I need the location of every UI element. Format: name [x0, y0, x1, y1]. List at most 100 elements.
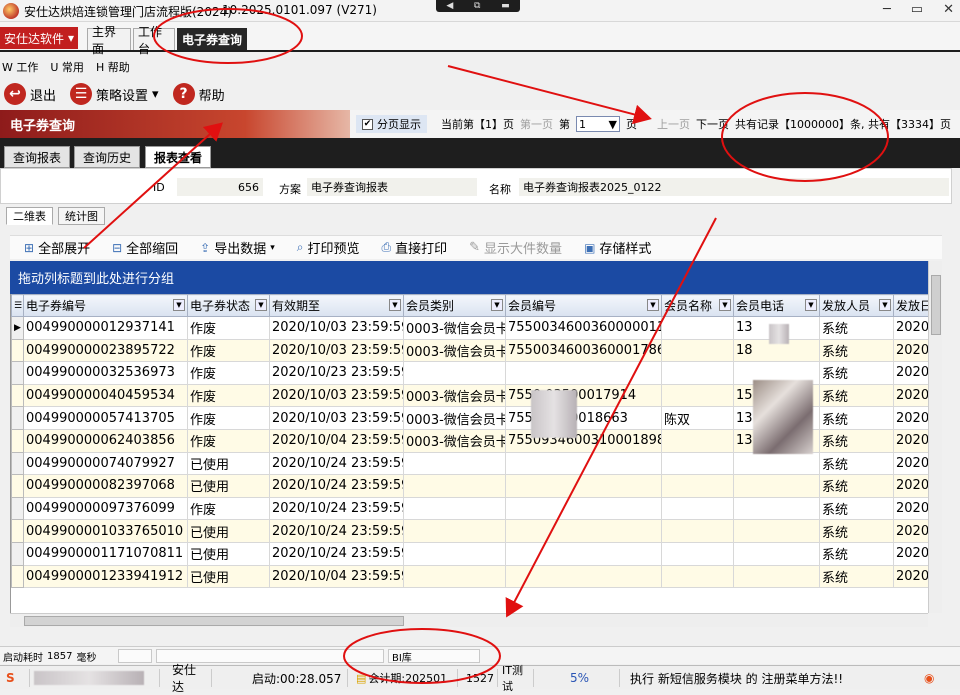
- brand-menu-button[interactable]: 安仕达软件 ▾: [0, 27, 78, 49]
- table-cell[interactable]: 004990000097376099: [23, 496, 188, 521]
- exit-button[interactable]: ↩ 退出: [4, 83, 56, 105]
- table-cell[interactable]: [661, 519, 734, 543]
- table-cell[interactable]: 0003-微信会员卡: [403, 406, 506, 430]
- table-cell[interactable]: 系统: [819, 519, 894, 543]
- table-cell[interactable]: 7550 03500017914: [505, 383, 662, 408]
- table-row[interactable]: 004990000082397068 已使用 2020/10/24 23:59:59…: [11, 474, 928, 498]
- ime-s-icon[interactable]: S: [2, 669, 30, 687]
- table-cell[interactable]: 004990000082397068: [23, 474, 188, 498]
- table-cell[interactable]: [661, 316, 734, 340]
- table-cell[interactable]: 2020/: [893, 361, 928, 385]
- table-cell[interactable]: 作废: [187, 406, 270, 430]
- table-cell[interactable]: 2020/10/24 23:59:59: [269, 519, 404, 543]
- table-cell[interactable]: 已使用: [187, 541, 270, 566]
- column-header[interactable]: 发放日: [893, 294, 928, 317]
- strategy-settings-button[interactable]: ☰ 策略设置 ▾: [70, 83, 159, 105]
- table-cell[interactable]: [661, 361, 734, 385]
- show-count-button[interactable]: ✎ 显示大件数量: [469, 238, 562, 257]
- table-cell[interactable]: [733, 451, 820, 476]
- print-preview-button[interactable]: ⌕ 打印预览: [297, 238, 360, 257]
- table-cell[interactable]: 004990000062403856: [23, 428, 188, 453]
- table-cell[interactable]: 2020/10/24 23:59:59: [269, 474, 404, 498]
- table-cell[interactable]: 004990000012937141: [23, 316, 188, 340]
- table-cell[interactable]: 755 03100018663: [505, 406, 662, 430]
- filter-dropdown-icon[interactable]: ▼: [173, 299, 185, 311]
- table-cell[interactable]: 已使用: [187, 519, 270, 543]
- table-cell[interactable]: [733, 564, 820, 589]
- table-cell[interactable]: [505, 519, 662, 543]
- table-cell[interactable]: 系统: [819, 406, 894, 430]
- table-cell[interactable]: 2020/10/24 23:59:59: [269, 451, 404, 476]
- table-cell[interactable]: 系统: [819, 451, 894, 476]
- group-by-panel[interactable]: 拖动列标题到此处进行分组: [10, 261, 928, 294]
- column-header[interactable]: 发放人员 ▼: [819, 294, 894, 317]
- menu-common[interactable]: U 常用: [50, 59, 84, 75]
- table-cell[interactable]: 2020/: [893, 519, 928, 543]
- table-cell[interactable]: [661, 451, 734, 476]
- close-button[interactable]: ✕: [943, 2, 954, 17]
- row-selector[interactable]: [11, 406, 24, 430]
- table-cell[interactable]: 系统: [819, 383, 894, 408]
- tab-query-history[interactable]: 查询历史: [74, 146, 141, 168]
- table-cell[interactable]: [403, 361, 506, 385]
- remote-window-icon[interactable]: ⧉: [474, 1, 480, 11]
- table-cell[interactable]: [403, 474, 506, 498]
- row-selector[interactable]: [11, 474, 24, 498]
- table-cell[interactable]: 作废: [187, 361, 270, 385]
- horizontal-scroll-thumb[interactable]: [24, 616, 404, 626]
- tab-pivot-table[interactable]: 二维表: [6, 207, 53, 225]
- expand-all-button[interactable]: ⊞ 全部展开: [24, 238, 90, 258]
- table-cell[interactable]: 75500346003600017860: [505, 338, 662, 363]
- table-cell[interactable]: 0049900001033765010: [23, 519, 188, 543]
- table-cell[interactable]: 已使用: [187, 451, 270, 476]
- table-cell[interactable]: [661, 428, 734, 453]
- table-cell[interactable]: [403, 496, 506, 521]
- remote-minimize-icon[interactable]: ▬: [501, 1, 510, 11]
- row-selector[interactable]: [11, 564, 24, 589]
- table-cell[interactable]: 0003-微信会员卡: [403, 428, 506, 453]
- paging-toggle[interactable]: ✔ 分页显示: [356, 115, 427, 133]
- table-cell[interactable]: [661, 541, 734, 566]
- first-page-button[interactable]: 第一页: [520, 116, 553, 132]
- row-selector[interactable]: [11, 383, 24, 408]
- table-cell[interactable]: [505, 564, 662, 589]
- table-cell[interactable]: 2020/10/04 23:59:59: [269, 428, 404, 453]
- filter-dropdown-icon[interactable]: ▼: [719, 299, 731, 311]
- filter-dropdown-icon[interactable]: ▼: [389, 299, 401, 311]
- table-cell[interactable]: 2020/: [893, 541, 928, 566]
- column-header[interactable]: 电子券编号 ▼: [23, 294, 188, 317]
- column-header[interactable]: 会员名称 ▼: [661, 294, 734, 317]
- column-header[interactable]: 会员电话 ▼: [733, 294, 820, 317]
- tab-query-report[interactable]: 查询报表: [4, 146, 71, 168]
- paging-checkbox[interactable]: ✔: [362, 118, 373, 130]
- tab-e-coupon-query[interactable]: 电子券查询: [177, 28, 247, 50]
- table-cell[interactable]: 2020/: [893, 474, 928, 498]
- table-cell[interactable]: [505, 541, 662, 566]
- table-cell[interactable]: 2020/: [893, 564, 928, 589]
- tab-main[interactable]: 主界面: [87, 25, 131, 56]
- tab-workbench[interactable]: 工作台: [133, 25, 175, 56]
- table-cell[interactable]: 系统: [819, 428, 894, 453]
- table-cell[interactable]: [661, 338, 734, 363]
- table-row[interactable]: ▶ 004990000012937141 作废 2020/10/03 23:59:59…: [11, 316, 928, 340]
- row-selector[interactable]: [11, 519, 24, 543]
- table-cell[interactable]: 2020/10/04 23:59:59: [269, 564, 404, 589]
- table-row[interactable]: 004990000074079927 已使用 2020/10/24 23:59:59…: [11, 451, 928, 476]
- table-cell[interactable]: 系统: [819, 541, 894, 566]
- next-page-button[interactable]: 下一页: [696, 116, 729, 132]
- save-style-button[interactable]: ▣ 存储样式: [584, 238, 651, 258]
- row-selector[interactable]: [11, 338, 24, 363]
- table-cell[interactable]: [661, 496, 734, 521]
- table-cell[interactable]: [733, 519, 820, 543]
- column-header[interactable]: 会员编号 ▼: [505, 294, 662, 317]
- table-row[interactable]: 0049900001033765010 已使用 2020/10/24 23:59:5…: [11, 519, 928, 543]
- tab-chart[interactable]: 统计图: [58, 207, 105, 225]
- minimize-button[interactable]: ─: [883, 2, 891, 17]
- table-cell[interactable]: 2020/: [893, 406, 928, 430]
- table-cell[interactable]: 0003-微信会员卡: [403, 316, 506, 340]
- table-cell[interactable]: [505, 361, 662, 385]
- table-cell[interactable]: 004990000057413705: [23, 406, 188, 430]
- table-cell[interactable]: 0049900001171070811: [23, 541, 188, 566]
- table-cell[interactable]: 2020/: [893, 383, 928, 408]
- filter-dropdown-icon[interactable]: ▼: [647, 299, 659, 311]
